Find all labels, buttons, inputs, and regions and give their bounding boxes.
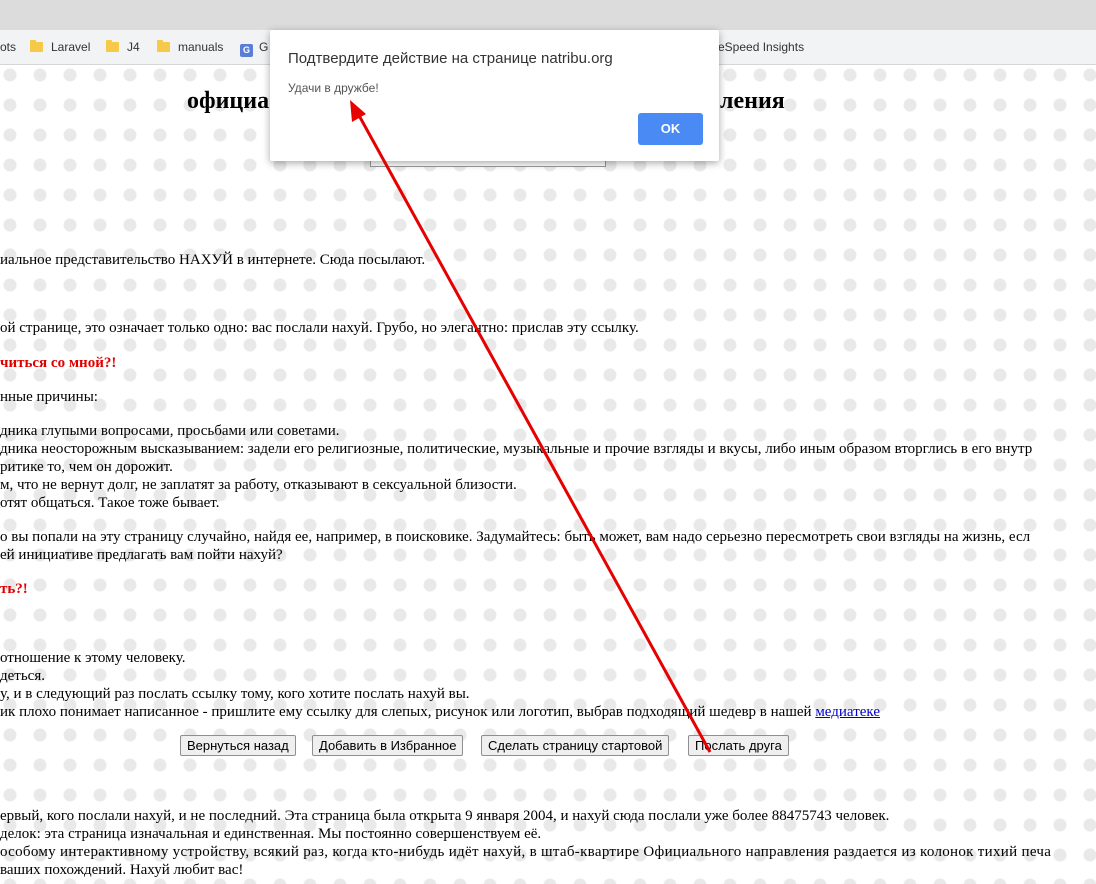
dialog-message: Удачи в дружбе! bbox=[288, 81, 379, 95]
bookmark-pagespeed[interactable]: eSpeed Insights bbox=[718, 40, 804, 54]
reason-item: ритике то, чем он дорожит. bbox=[0, 459, 173, 475]
page-title-left: официа bbox=[187, 88, 270, 114]
bookmark-label: J4 bbox=[127, 40, 140, 54]
advice-text: ик плохо понимает написанное - пришлите … bbox=[0, 704, 816, 720]
bookmark-ots[interactable]: ots bbox=[0, 40, 16, 54]
back-button[interactable]: Вернуться назад bbox=[180, 735, 296, 756]
folder-icon bbox=[157, 40, 170, 52]
google-icon: G bbox=[240, 44, 253, 57]
reason-item: дника глупыми вопросами, просьбами или с… bbox=[0, 423, 340, 439]
footer-line: делок: эта страница изначальная и единст… bbox=[0, 826, 542, 842]
folder-icon bbox=[106, 40, 119, 52]
dialog-title: Подтвердите действие на странице natribu… bbox=[288, 50, 613, 67]
bookmark-manuals[interactable]: manuals bbox=[157, 40, 223, 54]
footer-line: особому интерактивному устройству, всяки… bbox=[0, 844, 1052, 860]
bookmark-label: Laravel bbox=[51, 40, 91, 54]
advice-item-media: ик плохо понимает написанное - пришлите … bbox=[0, 703, 880, 721]
folder-icon bbox=[30, 40, 43, 52]
send-friend-button[interactable]: Послать друга bbox=[688, 735, 789, 756]
reason-item: дника неосторожным высказыванием: задели… bbox=[0, 441, 1033, 457]
bookmark-g[interactable]: GG bbox=[240, 40, 268, 57]
advice-item: у, и в следующий раз послать ссылку тому… bbox=[0, 686, 470, 702]
accident-line: о вы попали на эту страницу случайно, на… bbox=[0, 529, 1031, 545]
make-homepage-button[interactable]: Сделать страницу стартовой bbox=[481, 735, 670, 756]
browser-tab-strip bbox=[0, 0, 1096, 30]
advice-item: деться. bbox=[0, 668, 45, 684]
bookmark-laravel[interactable]: Laravel bbox=[30, 40, 90, 54]
red-heading-what-to-do: ть?! bbox=[0, 581, 28, 597]
reason-item: отят общаться. Такое тоже бывает. bbox=[0, 495, 220, 511]
ok-button[interactable]: OK bbox=[638, 113, 703, 145]
reason-item: м, что не вернут долг, не заплатят за ра… bbox=[0, 477, 517, 493]
add-favorites-button[interactable]: Добавить в Избранное bbox=[312, 735, 464, 756]
reasons-intro: нные причины: bbox=[0, 389, 98, 405]
page-title-right: ления bbox=[720, 88, 785, 114]
confirm-dialog: Подтвердите действие на странице natribu… bbox=[270, 30, 719, 161]
footer-line: ервый, кого послали нахуй, и не последни… bbox=[0, 808, 890, 824]
bookmark-label: manuals bbox=[178, 40, 224, 54]
bookmark-label: eSpeed Insights bbox=[718, 40, 805, 54]
bookmark-label: ots bbox=[0, 40, 17, 54]
bookmark-label: G bbox=[259, 40, 269, 54]
page-content: официа ления иальное представительство Н… bbox=[0, 65, 1096, 884]
sent-line: ой странице, это означает только одно: в… bbox=[0, 320, 639, 336]
bookmark-j4[interactable]: J4 bbox=[106, 40, 140, 54]
footer-line: ваших похождений. Нахуй любит вас! bbox=[0, 862, 244, 878]
red-heading-offended: читься со мной?! bbox=[0, 355, 117, 371]
accident-line: ей инициативе предлагать вам пойти нахуй… bbox=[0, 547, 283, 563]
intro-line: иальное представительство НАХУЙ в интерн… bbox=[0, 252, 426, 268]
media-library-link[interactable]: медиатеке bbox=[815, 704, 880, 720]
advice-item: отношение к этому человеку. bbox=[0, 650, 186, 666]
